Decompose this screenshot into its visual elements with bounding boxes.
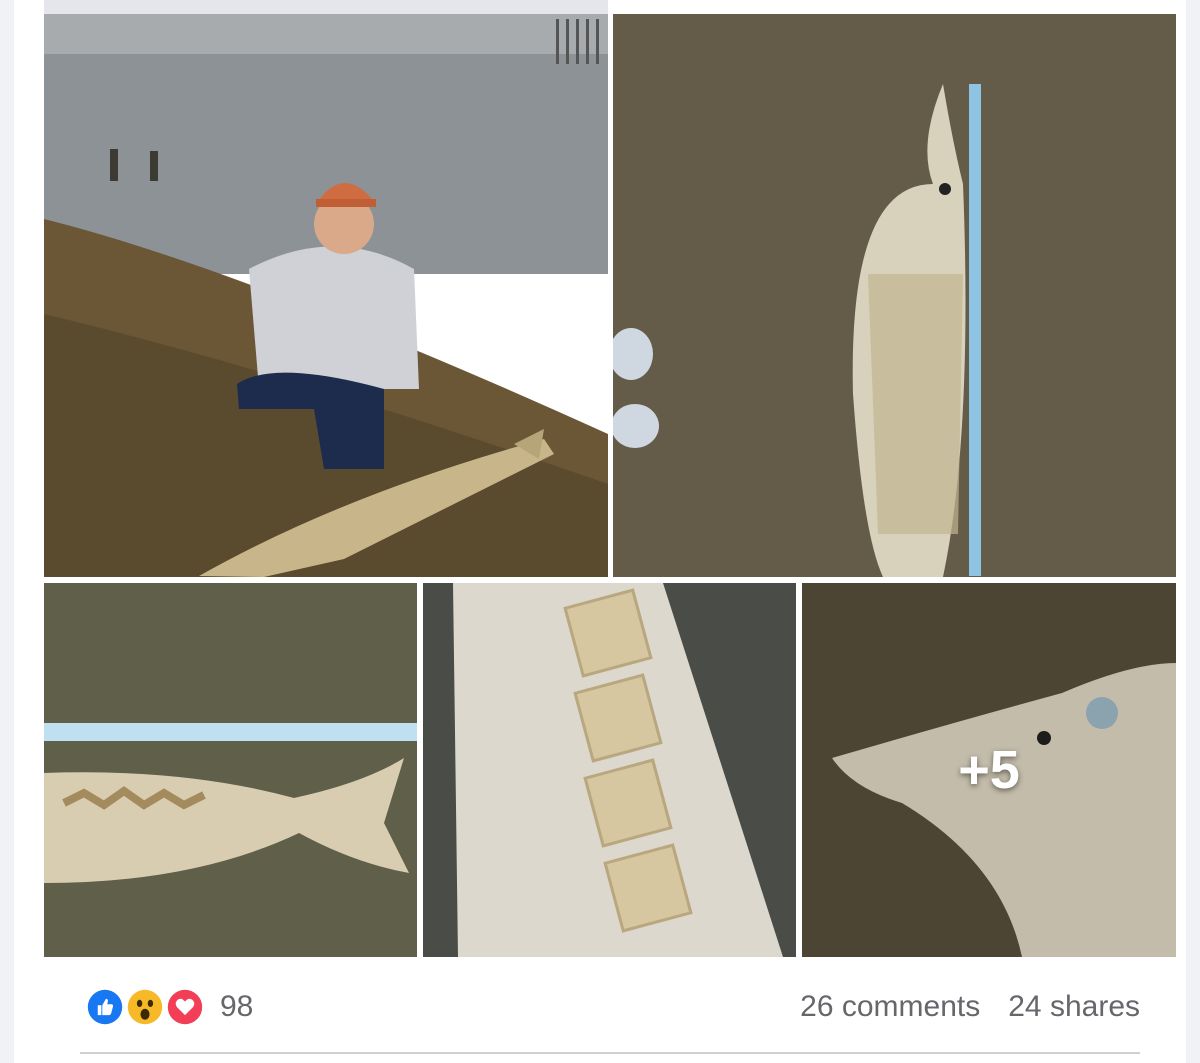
comments-link[interactable]: 26 comments xyxy=(800,990,980,1024)
engagement-links: 26 comments 24 shares xyxy=(800,985,1140,1029)
reaction-count: 98 xyxy=(220,990,254,1023)
more-photos-label: +5 xyxy=(958,740,1020,800)
photo-sturgeon-with-tape[interactable] xyxy=(613,14,1176,577)
reactions-summary[interactable]: 98 xyxy=(84,985,253,1029)
photo-sturgeon-tail[interactable] xyxy=(44,583,417,957)
post-stats: 98 26 comments 24 shares xyxy=(84,985,1140,1029)
photo-top-edge xyxy=(44,0,608,14)
love-icon xyxy=(164,986,206,1028)
photo-sturgeon-head[interactable]: +5 xyxy=(802,583,1176,957)
shares-link[interactable]: 24 shares xyxy=(1008,990,1140,1024)
wow-icon xyxy=(124,986,166,1028)
like-icon xyxy=(84,986,126,1028)
photo-sturgeon-scutes[interactable] xyxy=(423,583,796,957)
divider xyxy=(80,1052,1140,1054)
more-photos-overlay[interactable]: +5 xyxy=(802,583,1176,957)
photo-woman-with-sturgeon[interactable] xyxy=(44,14,608,577)
